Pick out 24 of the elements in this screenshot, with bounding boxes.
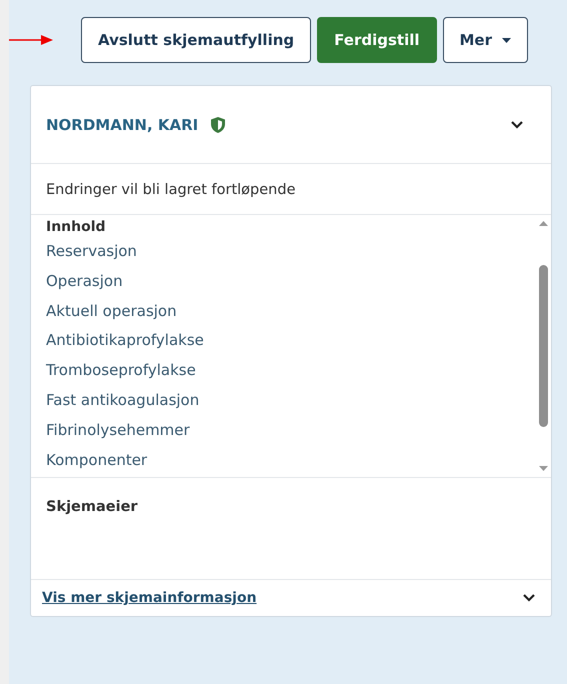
chevron-down-icon[interactable] xyxy=(523,594,535,602)
contents-link[interactable]: Fast antikoagulasjon xyxy=(46,386,535,416)
scroll-down-icon[interactable] xyxy=(538,466,548,472)
finish-button[interactable]: Ferdigstill xyxy=(317,17,436,63)
owner-label: Skjemaeier xyxy=(46,499,138,516)
shield-icon xyxy=(210,116,226,134)
contents-link[interactable]: Tromboseprofylakse xyxy=(46,356,535,386)
autosave-notice: Endringer vil bli lagret fortløpende xyxy=(31,164,551,215)
contents-link[interactable]: Aktuell operasjon xyxy=(46,296,535,326)
contents-link[interactable]: Operasjon xyxy=(46,266,535,297)
chevron-down-icon[interactable] xyxy=(511,120,523,128)
contents-link[interactable]: Fibrinolysehemmer xyxy=(46,416,535,446)
scroll-up-icon[interactable] xyxy=(538,221,548,226)
more-dropdown-button[interactable]: Mer xyxy=(442,17,528,63)
contents-link[interactable]: Antibiotikaprofylakse xyxy=(46,326,535,356)
arrow-icon xyxy=(9,34,55,46)
patient-name: NORDMANN, KARI xyxy=(46,116,198,134)
more-info-link[interactable]: Vis mer skjemainformasjon xyxy=(42,590,257,606)
contents-link[interactable]: Komponenter xyxy=(46,446,535,476)
caret-icon xyxy=(502,38,511,42)
contents-heading: Innhold xyxy=(46,218,107,237)
contents-link[interactable]: Reservasjon xyxy=(46,237,535,267)
scrollbar-thumb[interactable] xyxy=(538,265,548,428)
exit-form-button[interactable]: Avslutt skjemautfylling xyxy=(81,17,312,63)
